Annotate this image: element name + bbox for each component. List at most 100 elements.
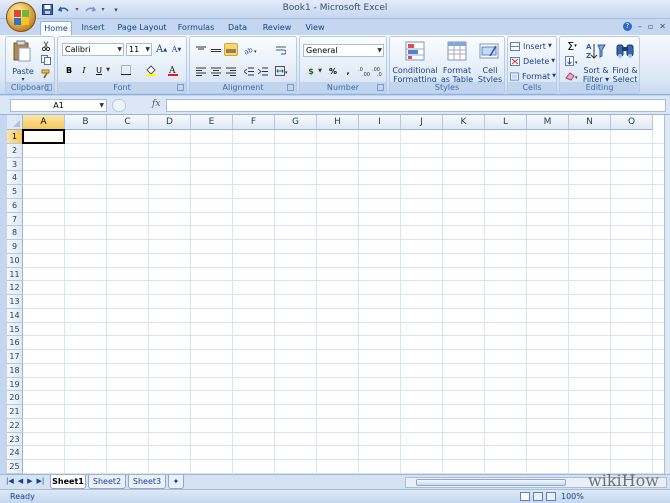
row-header-22[interactable]: 22: [7, 418, 23, 433]
comma-button[interactable]: ,: [342, 65, 354, 77]
cell-area[interactable]: [22, 129, 664, 474]
column-header-a[interactable]: A: [23, 115, 65, 130]
column-header-l[interactable]: L: [485, 115, 527, 130]
prev-sheet-icon[interactable]: ◀: [18, 477, 23, 485]
tab-formulas[interactable]: Formulas: [176, 21, 216, 35]
autosum-icon[interactable]: Σ ▾: [563, 40, 581, 53]
borders-icon[interactable]: [118, 64, 134, 76]
column-header-f[interactable]: F: [233, 115, 275, 130]
format-cells-button[interactable]: Format ▼: [510, 70, 556, 82]
column-header-n[interactable]: N: [569, 115, 611, 130]
formula-input[interactable]: [166, 99, 666, 112]
bold-button[interactable]: B: [63, 64, 75, 76]
increase-indent-icon[interactable]: [256, 65, 269, 77]
column-header-m[interactable]: M: [527, 115, 569, 130]
column-header-h[interactable]: H: [317, 115, 359, 130]
align-right-icon[interactable]: [224, 65, 237, 77]
chevron-down-icon[interactable]: ▼: [99, 100, 104, 111]
row-header-23[interactable]: 23: [7, 432, 23, 447]
font-color-icon[interactable]: A: [166, 64, 180, 76]
insert-sheet-icon[interactable]: ✦: [168, 475, 184, 489]
row-header-11[interactable]: 11: [7, 267, 23, 282]
format-as-table-icon[interactable]: [446, 40, 468, 62]
column-header-i[interactable]: I: [359, 115, 401, 130]
row-header-16[interactable]: 16: [7, 336, 23, 351]
active-cell-a1[interactable]: [22, 129, 65, 144]
insert-function-icon[interactable]: fx: [152, 99, 160, 109]
column-header-j[interactable]: J: [401, 115, 443, 130]
find-select-icon[interactable]: [614, 40, 636, 62]
row-header-4[interactable]: 4: [7, 171, 23, 186]
row-header-21[interactable]: 21: [7, 405, 23, 419]
normal-view-icon[interactable]: [520, 492, 530, 501]
row-header-1[interactable]: 1: [7, 130, 23, 144]
clipboard-launcher-icon[interactable]: [45, 84, 52, 91]
row-header-7[interactable]: 7: [7, 212, 23, 227]
number-format-select[interactable]: General ▼: [303, 44, 384, 57]
row-header-19[interactable]: 19: [7, 377, 23, 392]
select-all-button[interactable]: [7, 115, 23, 130]
copy-icon[interactable]: [40, 54, 52, 66]
zoom-level[interactable]: 100%: [561, 492, 584, 501]
shrink-font-icon[interactable]: A ▼: [170, 43, 183, 56]
conditional-formatting-icon[interactable]: [404, 40, 426, 62]
alignment-launcher-icon[interactable]: [287, 84, 294, 91]
row-header-8[interactable]: 8: [7, 226, 23, 241]
close-icon[interactable]: ✕: [659, 22, 666, 31]
help-icon[interactable]: ?: [622, 22, 632, 31]
font-size-select[interactable]: 11 ▼: [126, 43, 152, 56]
page-break-view-icon[interactable]: [546, 492, 556, 501]
wrap-text-icon[interactable]: [274, 44, 287, 56]
row-header-10[interactable]: 10: [7, 253, 23, 268]
tab-view[interactable]: View: [302, 21, 328, 35]
format-painter-icon[interactable]: [40, 68, 52, 80]
row-header-6[interactable]: 6: [7, 198, 23, 213]
column-header-k[interactable]: K: [443, 115, 485, 130]
last-sheet-icon[interactable]: ▶|: [37, 477, 45, 485]
cell-styles-icon[interactable]: [478, 40, 500, 62]
row-header-13[interactable]: 13: [7, 295, 23, 309]
column-header-o[interactable]: O: [611, 115, 653, 130]
decrease-decimal-icon[interactable]: .00.0: [371, 65, 384, 77]
italic-button[interactable]: I: [78, 64, 90, 76]
grow-font-icon[interactable]: A ▲: [155, 43, 168, 56]
font-family-select[interactable]: Calibri ▼: [62, 43, 124, 56]
clear-icon[interactable]: ▾: [563, 70, 581, 82]
underline-dropdown-icon[interactable]: ▼: [105, 64, 111, 76]
name-box[interactable]: A1 ▼: [10, 99, 107, 112]
horizontal-scroll-thumb[interactable]: [416, 479, 566, 486]
formula-bar-divider[interactable]: [112, 99, 126, 112]
tab-insert[interactable]: Insert: [78, 21, 108, 35]
row-header-2[interactable]: 2: [7, 143, 23, 158]
tab-data[interactable]: Data: [225, 21, 250, 35]
underline-button[interactable]: U: [93, 64, 105, 76]
column-header-g[interactable]: G: [275, 115, 317, 130]
fill-icon[interactable]: ▾: [563, 55, 581, 67]
row-header-12[interactable]: 12: [7, 281, 23, 296]
sheet-tab-sheet1[interactable]: Sheet1: [50, 475, 86, 489]
fill-color-icon[interactable]: [144, 64, 158, 76]
sheet-tab-sheet3[interactable]: Sheet3: [128, 475, 166, 489]
column-header-c[interactable]: C: [107, 115, 149, 130]
merge-center-icon[interactable]: ▾: [274, 65, 290, 77]
orientation-icon[interactable]: ab ▾: [242, 44, 260, 56]
row-header-20[interactable]: 20: [7, 391, 23, 406]
paste-button[interactable]: [11, 39, 33, 63]
align-left-icon[interactable]: [194, 65, 207, 77]
tab-review[interactable]: Review: [260, 21, 294, 35]
row-header-17[interactable]: 17: [7, 350, 23, 364]
font-launcher-icon[interactable]: [177, 84, 184, 91]
row-header-3[interactable]: 3: [7, 157, 23, 172]
bottom-align-icon[interactable]: [224, 43, 238, 56]
column-header-e[interactable]: E: [191, 115, 233, 130]
row-header-18[interactable]: 18: [7, 363, 23, 378]
sort-filter-icon[interactable]: AZ: [585, 40, 607, 62]
row-header-25[interactable]: 25: [7, 460, 23, 474]
first-sheet-icon[interactable]: |◀: [6, 477, 14, 485]
top-align-icon[interactable]: [194, 44, 207, 56]
currency-dropdown-icon[interactable]: ▼: [317, 65, 323, 77]
percent-button[interactable]: %: [326, 65, 340, 77]
currency-button[interactable]: $: [304, 65, 318, 77]
column-header-d[interactable]: D: [149, 115, 191, 130]
sheet-tab-sheet2[interactable]: Sheet2: [88, 475, 126, 489]
